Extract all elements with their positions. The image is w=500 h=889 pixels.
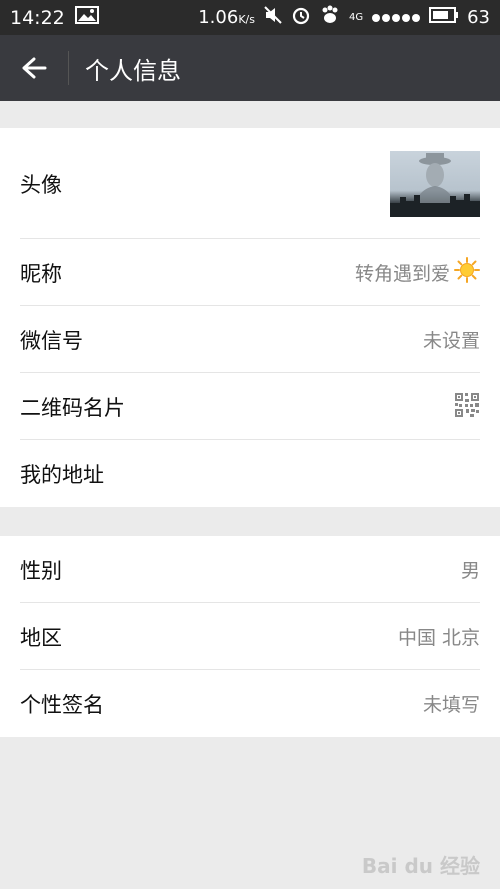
- clock: 14:22: [10, 6, 65, 29]
- wechat-id-row[interactable]: 微信号 未设置: [0, 306, 500, 373]
- nickname-value: 转角遇到爱: [354, 263, 450, 285]
- page-title: 个人信息: [85, 56, 181, 85]
- sun-emoji-icon: [454, 257, 480, 288]
- region-row[interactable]: 地区 中国 北京: [0, 603, 500, 670]
- alarm-icon: [291, 5, 311, 30]
- back-button[interactable]: [0, 35, 68, 101]
- qr-card-label: 二维码名片: [20, 395, 125, 420]
- baidu-watermark: Bai du 经验: [361, 854, 480, 878]
- arrow-left-icon: [22, 57, 47, 79]
- top-navigation-bar: 个人信息: [0, 35, 500, 101]
- wechat-id-value: 未设置: [422, 330, 480, 352]
- signature-label: 个性签名: [20, 692, 104, 717]
- wechat-id-label: 微信号: [20, 328, 83, 353]
- mute-icon: [263, 5, 283, 30]
- signal-dots-icon: [371, 7, 421, 28]
- signature-row[interactable]: 个性签名 未填写: [0, 670, 500, 737]
- nickname-row[interactable]: 昵称 转角遇到爱: [0, 239, 500, 306]
- gallery-icon: [74, 6, 99, 29]
- gender-value: 男: [460, 560, 480, 582]
- avatar-row[interactable]: 头像: [0, 128, 500, 239]
- nav-divider: [68, 51, 69, 85]
- network-type: 4G: [348, 12, 364, 23]
- status-bar: 14:22 1.06K/s 4G 63: [0, 0, 500, 35]
- address-row[interactable]: 我的地址: [0, 440, 500, 507]
- gender-row[interactable]: 性别 男: [0, 536, 500, 603]
- nickname-value-wrap: 转角遇到爱: [355, 257, 480, 288]
- profile-section: 头像 昵称 转角遇到爱 微信号 未设置 二维码名片 我的地址: [0, 128, 500, 507]
- paw-icon: [319, 5, 341, 30]
- qr-card-row[interactable]: 二维码名片: [0, 373, 500, 440]
- signature-value: 未填写: [422, 694, 480, 716]
- battery-level: 63: [467, 7, 490, 28]
- region-value: 中国 北京: [397, 627, 480, 649]
- nickname-label: 昵称: [20, 261, 62, 286]
- avatar: [390, 150, 480, 217]
- battery-icon: [429, 6, 459, 29]
- network-speed: 1.06K/s: [198, 7, 255, 28]
- region-label: 地区: [20, 625, 62, 650]
- avatar-label: 头像: [20, 172, 62, 197]
- address-label: 我的地址: [20, 462, 104, 487]
- detail-section: 性别 男 地区 中国 北京 个性签名 未填写: [0, 536, 500, 737]
- qr-code-icon: [454, 391, 480, 422]
- gender-label: 性别: [20, 558, 62, 583]
